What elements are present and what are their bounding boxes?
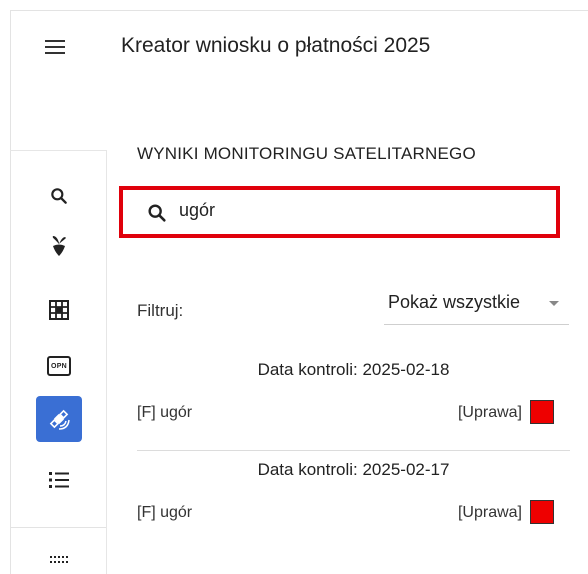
sidebar-item-parcels[interactable] [36, 287, 82, 333]
sidebar-item-more[interactable] [36, 543, 82, 573]
result-type: [Uprawa] [457, 404, 522, 421]
filter-label: Filtruj: [137, 301, 184, 320]
grid-map-icon [49, 300, 69, 320]
result-divider [137, 450, 570, 451]
crop-plant-icon [52, 236, 66, 256]
dotted-box-icon [50, 556, 68, 563]
hamburger-menu-icon[interactable] [42, 36, 68, 60]
sidebar-divider [10, 527, 106, 528]
filter-selected-value: Pokaż wszystkie [388, 292, 521, 312]
sidebar-item-list[interactable] [36, 457, 82, 503]
search-icon [51, 188, 67, 204]
chevron-down-icon [549, 301, 559, 306]
section-title: WYNIKI MONITORINGU SATELITARNEGO [137, 144, 476, 163]
result-date: Data kontroli: 2025-02-18 [257, 360, 450, 379]
search-input[interactable] [179, 200, 529, 221]
list-icon [49, 472, 69, 488]
search-box[interactable] [119, 186, 560, 238]
search-icon [148, 204, 166, 222]
satellite-icon [49, 409, 70, 430]
app-title: Kreator wniosku o płatności 2025 [121, 34, 431, 57]
sidebar-item-opn[interactable]: OPN [36, 343, 82, 389]
opn-badge-icon: OPN [47, 356, 71, 376]
filter-select[interactable]: Pokaż wszystkie [384, 288, 569, 325]
status-color-swatch [530, 500, 554, 524]
result-name: [F] ugór [137, 404, 193, 421]
result-item[interactable]: Data kontroli: 2025-02-18 [F] ugór [Upra… [137, 360, 570, 440]
sidebar-item-search[interactable] [36, 173, 82, 219]
sidebar-item-crops[interactable] [36, 223, 82, 269]
sidebar-rail: OPN [10, 150, 107, 574]
result-item[interactable]: Data kontroli: 2025-02-17 [F] ugór [Upra… [137, 460, 570, 540]
status-color-swatch [530, 400, 554, 424]
sidebar-item-satellite[interactable] [36, 396, 82, 442]
result-type: [Uprawa] [457, 504, 522, 521]
result-date: Data kontroli: 2025-02-17 [257, 460, 450, 479]
result-name: [F] ugór [137, 504, 193, 521]
